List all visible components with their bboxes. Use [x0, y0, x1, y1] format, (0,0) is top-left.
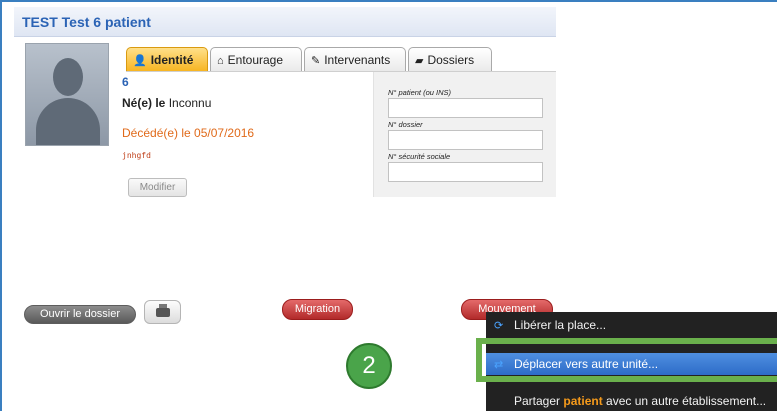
- printer-icon: [156, 304, 170, 317]
- print-button[interactable]: [144, 300, 181, 324]
- patient-number: 6: [122, 75, 129, 89]
- tab-label: Entourage: [227, 53, 284, 67]
- patient-number-label: N° patient (ou INS): [388, 88, 452, 97]
- patient-title: TEST Test 6 patient: [22, 14, 151, 30]
- step-badge: 2: [346, 343, 392, 389]
- avatar-head-shape: [53, 58, 83, 96]
- house-icon: ⌂: [217, 55, 224, 67]
- patient-avatar: [25, 43, 109, 146]
- patient-code: jnhgfd: [122, 151, 151, 160]
- tab-label: Identité: [150, 53, 194, 67]
- modify-button[interactable]: Modifier: [128, 178, 187, 197]
- tab-dossiers[interactable]: ▰ Dossiers: [408, 47, 492, 72]
- social-security-label: N° sécurité sociale: [388, 152, 451, 161]
- dossier-number-field[interactable]: [388, 130, 543, 150]
- menu-item-free-place[interactable]: ⟳ Libérer la place...: [486, 314, 777, 336]
- tab-label: Intervenants: [324, 53, 391, 67]
- tab-intervenants[interactable]: ✎ Intervenants: [304, 47, 406, 72]
- birth-label: Né(e) le: [122, 96, 166, 110]
- migration-button[interactable]: Migration: [282, 299, 353, 320]
- menu-item-label-post: avec un autre établissement...: [602, 394, 767, 408]
- menu-item-label-highlight: patient: [563, 394, 603, 408]
- birth-date: Né(e) le Inconnu: [122, 96, 211, 110]
- patient-header: TEST Test 6 patient: [14, 7, 556, 37]
- menu-item-share-patient[interactable]: Partager patient avec un autre établisse…: [486, 390, 777, 411]
- avatar-body-shape: [36, 98, 100, 145]
- dossier-number-label: N° dossier: [388, 120, 423, 129]
- open-folder-button[interactable]: Ouvrir le dossier: [24, 305, 136, 324]
- tools-icon: ✎: [311, 55, 321, 67]
- patient-number-field[interactable]: [388, 98, 543, 118]
- folder-icon: ▰: [415, 55, 424, 67]
- menu-item-label-pre: Partager: [514, 394, 564, 408]
- person-icon: 👤: [133, 55, 147, 67]
- menu-item-label: Libérer la place...: [514, 318, 607, 332]
- death-date: Décédé(e) le 05/07/2016: [122, 126, 255, 140]
- social-security-field[interactable]: [388, 162, 543, 182]
- tab-label: Dossiers: [427, 53, 475, 67]
- highlight-frame: [476, 338, 777, 382]
- birth-value: Inconnu: [168, 96, 212, 110]
- identifiers-panel: N° patient (ou INS) N° dossier N° sécuri…: [373, 72, 556, 197]
- tab-entourage[interactable]: ⌂ Entourage: [210, 47, 302, 72]
- refresh-icon: ⟳: [494, 320, 504, 332]
- tab-identite[interactable]: 👤 Identité: [126, 47, 208, 72]
